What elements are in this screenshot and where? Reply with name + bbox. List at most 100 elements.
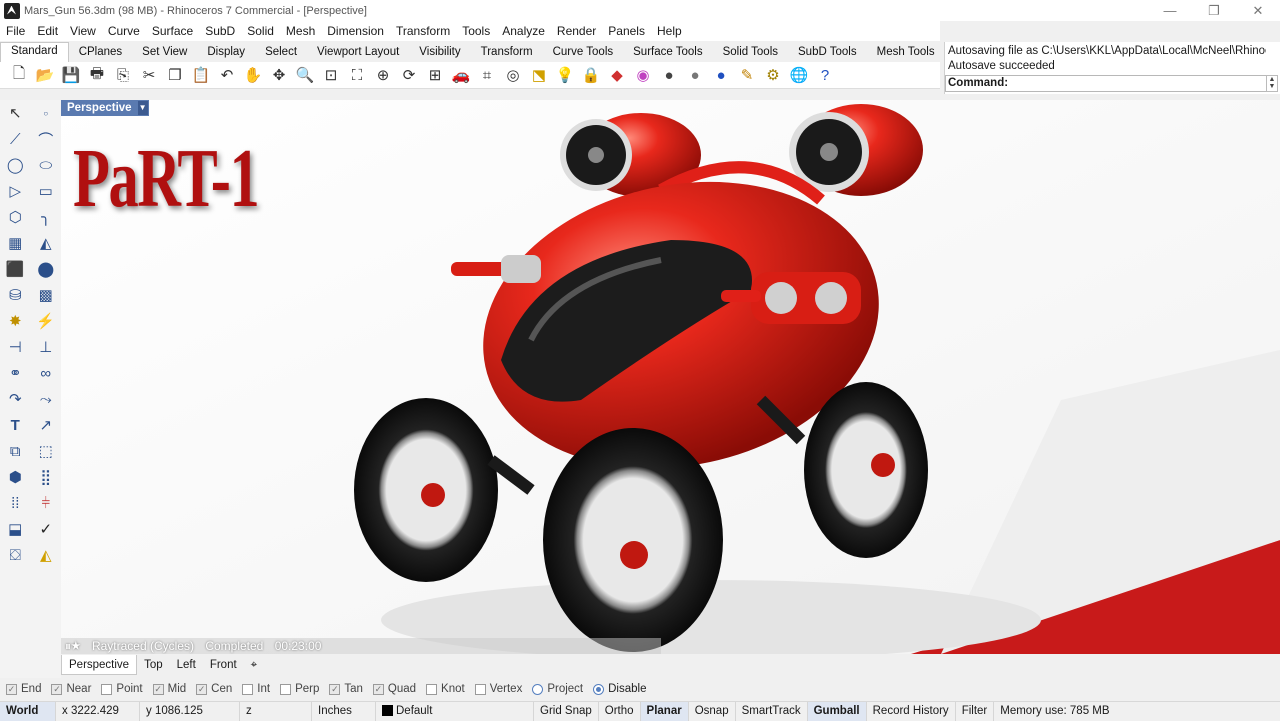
menu-dimension[interactable]: Dimension [321,24,390,38]
osnap-toggle[interactable]: Osnap [689,701,736,721]
maximize-button[interactable]: ❐ [1192,0,1236,21]
solid-sphere-icon[interactable]: ⬤ [36,259,56,279]
grid-icon[interactable]: ⌗ [474,63,500,87]
tab-transform[interactable]: Transform [471,44,543,62]
command-prompt[interactable]: Command: [945,75,1267,92]
analyze-icon[interactable]: ⬓ [5,519,25,539]
tab-front[interactable]: Front [203,655,244,675]
tab-top[interactable]: Top [137,655,170,675]
menu-panels[interactable]: Panels [602,24,651,38]
globe-icon[interactable]: 🌐 [786,63,812,87]
menu-render[interactable]: Render [551,24,602,38]
add-viewport-icon[interactable]: ⌖ [244,655,264,675]
checkbox-icon[interactable]: ✓ [329,683,341,695]
tab-viewport-layout[interactable]: Viewport Layout [307,44,409,62]
offset-icon[interactable]: ⤳ [36,389,56,409]
planar-toggle[interactable]: Planar [640,701,689,721]
rotate-view-icon[interactable]: ⟳ [396,63,422,87]
surface-icon[interactable]: ▦ [5,233,25,253]
car-icon[interactable]: 🚗 [448,63,474,87]
checkbox-icon[interactable]: ✓ [6,683,17,695]
open-icon[interactable]: 📂 [32,63,58,87]
record-history-toggle[interactable]: Record History [867,701,956,721]
command-scroll-button[interactable]: ▲ ▼ [1266,75,1278,92]
render-sphere-icon[interactable]: ● [708,63,734,87]
checkbox-icon[interactable] [242,683,254,695]
material-icon[interactable]: ◭ [36,545,56,565]
menu-file[interactable]: File [0,24,31,38]
osnap-tan[interactable]: ✓ Tan [329,683,363,695]
units-label[interactable]: Inches [312,701,376,721]
point-icon[interactable]: ○ [36,103,56,123]
arc-icon[interactable]: ▷ [5,181,25,201]
radio-icon[interactable] [593,683,605,695]
osnap-project[interactable]: Project [532,683,583,695]
menu-edit[interactable]: Edit [31,24,64,38]
menu-tools[interactable]: Tools [456,24,496,38]
pan-icon[interactable]: ✋ [240,63,266,87]
join-icon[interactable]: ⊥ [36,337,56,357]
cplane-button[interactable]: World [0,701,56,721]
paste-icon[interactable]: 📋 [188,63,214,87]
zoom-window-icon[interactable]: ⊡ [318,63,344,87]
osnap-disable[interactable]: Disable [593,683,646,695]
tab-mesh-tools[interactable]: Mesh Tools [867,44,945,62]
close-button[interactable]: ✕ [1236,0,1280,21]
menu-subd[interactable]: SubD [199,24,241,38]
boolean-union-icon[interactable]: ⚭ [5,363,25,383]
viewport-title[interactable]: Perspective ▼ [61,100,149,116]
four-view-icon[interactable]: ⊞ [422,63,448,87]
split-icon[interactable]: ⊣ [5,337,25,357]
tab-select[interactable]: Select [255,44,307,62]
zoom-icon[interactable]: 🔍 [292,63,318,87]
rectangle-icon[interactable]: ▭ [36,181,56,201]
zoom-extents-icon[interactable]: ⛶ [344,63,370,87]
minimize-button[interactable]: — [1148,0,1192,21]
gear-settings-icon[interactable]: ⚙ [760,63,786,87]
array-icon[interactable]: ⬢ [5,467,25,487]
save-icon[interactable]: 💾 [58,63,84,87]
osnap-perp[interactable]: Perp [280,683,319,695]
shaded-sphere-icon[interactable]: ● [682,63,708,87]
tab-visibility[interactable]: Visibility [409,44,470,62]
menu-analyze[interactable]: Analyze [496,24,551,38]
radio-icon[interactable] [532,683,544,695]
tab-solid-tools[interactable]: Solid Tools [713,44,788,62]
import-icon[interactable]: ⎘ [110,63,136,87]
boolean-split-icon[interactable]: ∞ [36,363,56,383]
tab-set-view[interactable]: Set View [132,44,197,62]
layer-selector[interactable]: Default [376,701,534,721]
checkbox-icon[interactable] [101,683,113,695]
loft-icon[interactable]: ◭ [36,233,56,253]
osnap-icon[interactable]: ◎ [500,63,526,87]
checkbox-icon[interactable]: ✓ [152,683,164,695]
align-icon[interactable]: ⫩ [36,493,56,513]
tab-surface-tools[interactable]: Surface Tools [623,44,712,62]
viewport-menu-chevron-icon[interactable]: ▼ [137,101,148,115]
checkbox-icon[interactable] [474,683,486,695]
fillet-icon[interactable]: ↷ [5,389,25,409]
gumball-toggle[interactable]: Gumball [807,701,867,721]
polygon-icon[interactable]: ⬡ [5,207,25,227]
tab-standard[interactable]: Standard [0,42,69,62]
cut-icon[interactable]: ✂ [136,63,162,87]
layer-icon[interactable]: ◆ [604,63,630,87]
box-icon[interactable]: ⬛ [5,259,25,279]
tab-perspective[interactable]: Perspective [61,655,138,675]
lock-icon[interactable]: 🔒 [578,63,604,87]
osnap-near[interactable]: ✓ Near [51,683,91,695]
grid-snap-toggle[interactable]: Grid Snap [534,701,599,721]
tab-subd-tools[interactable]: SubD Tools [788,44,867,62]
block-icon[interactable]: ⬚ [36,441,56,461]
cplane-icon[interactable]: ⬔ [526,63,552,87]
perspective-viewport[interactable]: Perspective ▼ PaRT-1 ⏸★ Raytraced (Cycle… [61,100,1280,654]
copy-icon[interactable]: ❐ [162,63,188,87]
check-icon[interactable]: ✓ [36,519,56,539]
print-icon[interactable]: 🖶 [84,63,110,87]
checkbox-icon[interactable]: ✓ [372,683,384,695]
cylinder-icon[interactable]: ⛁ [5,285,25,305]
circle-icon[interactable]: ◯ [5,155,25,175]
color-wheel-icon[interactable]: ◉ [630,63,656,87]
mesh-icon[interactable]: ▩ [36,285,56,305]
edit-icon[interactable]: ✎ [734,63,760,87]
